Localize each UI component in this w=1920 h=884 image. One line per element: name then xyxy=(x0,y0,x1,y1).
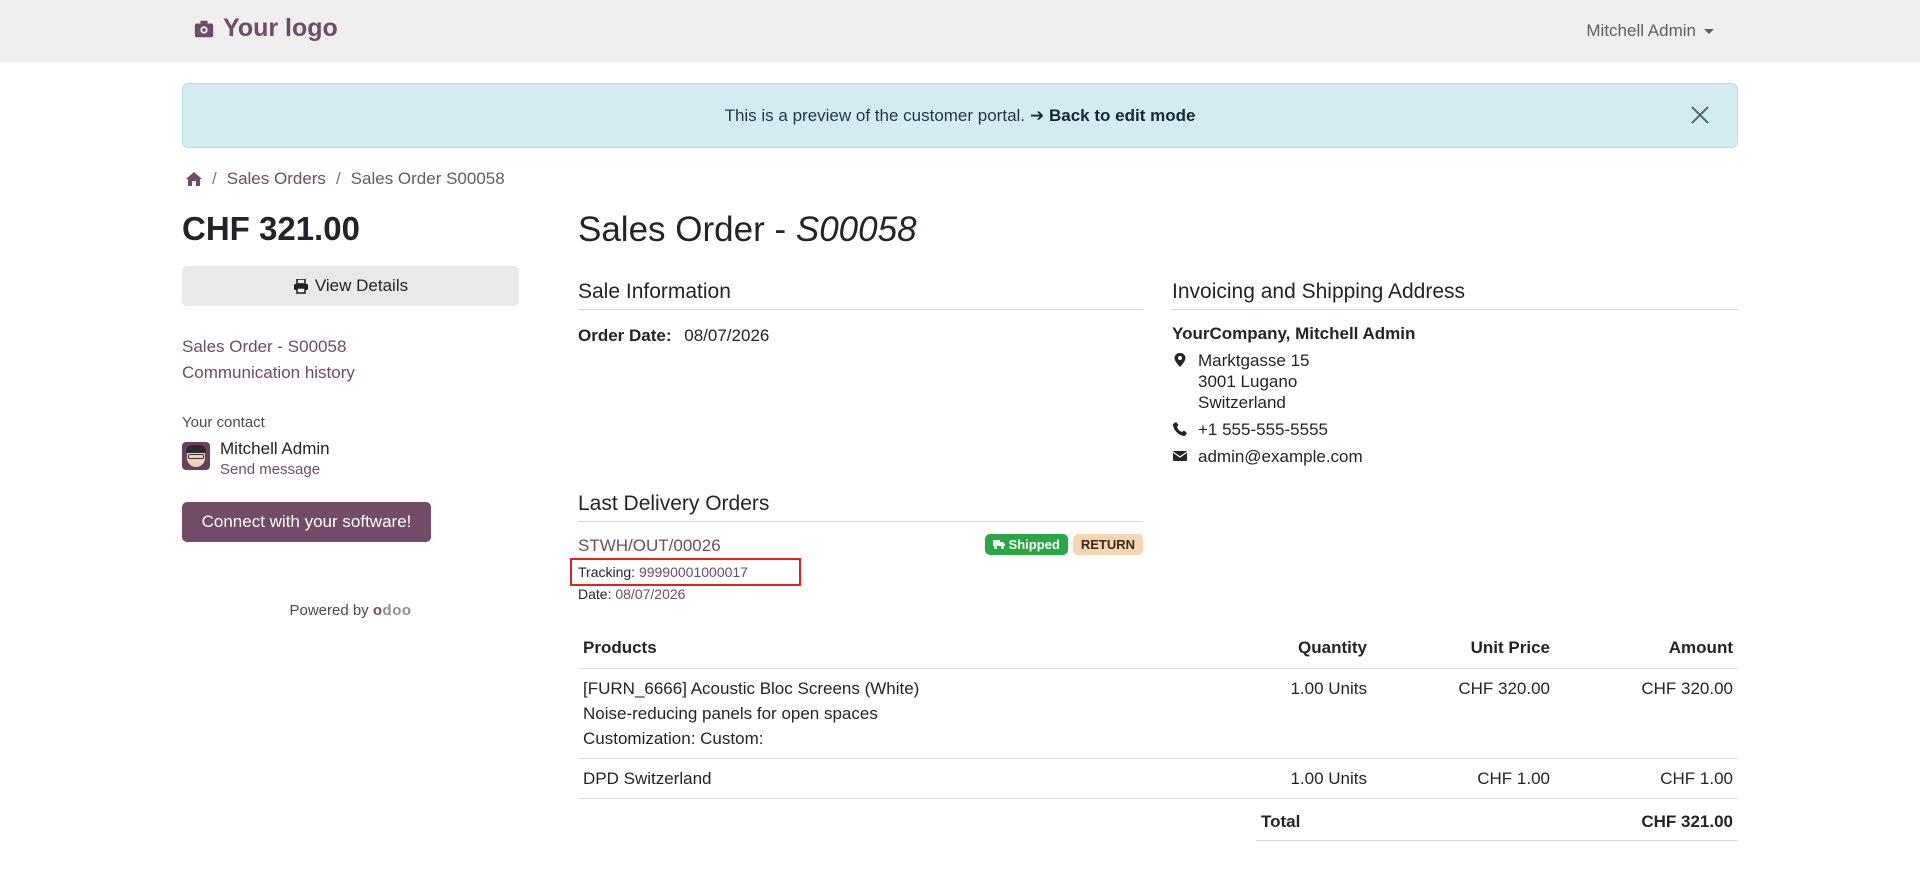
title-prefix: Sales Order - xyxy=(578,210,796,249)
camera-icon xyxy=(194,20,214,37)
user-name: Mitchell Admin xyxy=(1586,21,1696,40)
col-products: Products xyxy=(578,628,1212,669)
map-marker-icon xyxy=(1174,353,1186,367)
your-contact-label: Your contact xyxy=(182,414,265,431)
address-street-block: Marktgasse 15 3001 Lugano Switzerland xyxy=(1172,350,1738,413)
delivery-item: STWH/OUT/00026 Shipped RETURN Tracking: … xyxy=(570,534,1143,602)
address-title: Invoicing and Shipping Address xyxy=(1172,280,1738,310)
shipped-badge-label: Shipped xyxy=(1008,537,1060,552)
address-email: admin@example.com xyxy=(1198,447,1363,466)
breadcrumb-current: Sales Order S00058 xyxy=(350,169,505,188)
page-title: Sales Order - S00058 xyxy=(578,210,1738,250)
preview-alert: This is a preview of the customer portal… xyxy=(182,83,1738,148)
home-icon[interactable] xyxy=(186,172,202,186)
alert-text: This is a preview of the customer portal… xyxy=(724,105,1026,125)
connect-software-button[interactable]: Connect with your software! xyxy=(182,502,431,542)
sale-info-title: Sale Information xyxy=(578,280,1143,310)
sidebar: CHF 321.00 View Details Sales Order - S0… xyxy=(182,210,519,619)
total-value: CHF 321.00 xyxy=(1641,812,1733,831)
main-content: Sales Order - S00058 Sale Information Or… xyxy=(570,210,1738,841)
title-ref: S00058 xyxy=(795,210,917,249)
product-cell: [FURN_6666] Acoustic Bloc Screens (White… xyxy=(578,668,1212,759)
breadcrumb-separator: / xyxy=(335,169,341,188)
truck-icon xyxy=(992,540,1005,549)
delivery-date-label: Date: xyxy=(578,586,612,602)
product-price: CHF 320.00 xyxy=(1372,668,1555,759)
envelope-icon xyxy=(1173,451,1187,461)
table-row: [FURN_6666] Acoustic Bloc Screens (White… xyxy=(578,668,1738,759)
tracking-highlight: Tracking: 99990001000017 xyxy=(570,558,801,586)
address-street: Marktgasse 15 xyxy=(1198,351,1310,370)
caret-down-icon xyxy=(1704,28,1714,34)
address-company: YourCompany, Mitchell Admin xyxy=(1172,324,1416,343)
product-custom: Customization: Custom: xyxy=(583,729,764,748)
communication-history-link[interactable]: Communication history xyxy=(182,360,519,386)
delivery-title: Last Delivery Orders xyxy=(578,492,1143,522)
close-icon[interactable] xyxy=(1689,104,1711,126)
tracking-value[interactable]: 99990001000017 xyxy=(639,564,748,580)
delivery-section: Last Delivery Orders STWH/OUT/00026 Ship… xyxy=(570,492,1143,602)
odoo-logo[interactable]: odoo xyxy=(373,602,412,619)
address-section: Invoicing and Shipping Address YourCompa… xyxy=(1172,280,1738,467)
back-to-edit-link[interactable]: ➔ Back to edit mode xyxy=(1030,106,1195,126)
shipped-badge: Shipped xyxy=(984,534,1068,555)
sales-order-link[interactable]: Sales Order - S00058 xyxy=(182,334,519,360)
col-unit-price: Unit Price xyxy=(1372,628,1555,669)
total-row: Total CHF 321.00 xyxy=(1256,804,1738,841)
order-date: Order Date: 08/07/2026 xyxy=(578,326,1143,346)
view-details-button[interactable]: View Details xyxy=(182,266,519,306)
product-amount: CHF 1.00 xyxy=(1555,758,1738,799)
powered-by-text: Powered by xyxy=(289,602,369,619)
side-links: Sales Order - S00058 Communication histo… xyxy=(182,334,519,386)
order-date-value: 08/07/2026 xyxy=(684,326,770,345)
site-logo[interactable]: Your logo xyxy=(193,14,338,43)
product-qty: 1.00 Units xyxy=(1212,668,1372,759)
top-navbar: Your logo Mitchell Admin xyxy=(0,0,1920,62)
delivery-date-value: 08/07/2026 xyxy=(615,586,686,602)
delivery-badges: Shipped RETURN xyxy=(984,534,1143,555)
product-name: [FURN_6666] Acoustic Bloc Screens (White… xyxy=(583,679,920,698)
return-badge: RETURN xyxy=(1072,534,1143,555)
col-amount: Amount xyxy=(1555,628,1738,669)
send-message-link[interactable]: Send message xyxy=(220,461,330,478)
breadcrumb-separator: / xyxy=(212,169,217,188)
breadcrumb: / Sales Orders / Sales Order S00058 xyxy=(186,169,505,189)
address-email-row: admin@example.com xyxy=(1172,446,1738,467)
breadcrumb-sales-orders[interactable]: Sales Orders xyxy=(227,169,326,189)
avatar xyxy=(182,442,210,470)
tracking-label: Tracking: xyxy=(578,564,636,580)
address-country: Switzerland xyxy=(1198,393,1286,412)
address-phone: +1 555-555-5555 xyxy=(1198,420,1328,439)
delivery-date: Date: 08/07/2026 xyxy=(578,586,685,602)
address-phone-row: +1 555-555-5555 xyxy=(1172,419,1738,440)
col-quantity: Quantity xyxy=(1212,628,1372,669)
address-city: 3001 Lugano xyxy=(1198,372,1298,391)
product-name: DPD Switzerland xyxy=(578,758,1212,799)
print-icon xyxy=(293,278,308,294)
delivery-ref-link[interactable]: STWH/OUT/00026 xyxy=(578,536,721,555)
products-table: Products Quantity Unit Price Amount [FUR… xyxy=(578,628,1738,799)
order-date-label: Order Date: xyxy=(578,326,672,345)
user-menu-dropdown[interactable]: Mitchell Admin xyxy=(1586,21,1714,41)
product-amount: CHF 320.00 xyxy=(1555,668,1738,759)
total-label: Total xyxy=(1261,812,1301,831)
logo-text: Your logo xyxy=(223,14,338,42)
product-price: CHF 1.00 xyxy=(1372,758,1555,799)
sale-information-section: Sale Information Order Date: 08/07/2026 xyxy=(578,280,1143,346)
contact-card: Mitchell Admin Send message xyxy=(182,439,519,478)
phone-icon xyxy=(1173,422,1187,436)
contact-name: Mitchell Admin xyxy=(220,439,330,458)
product-qty: 1.00 Units xyxy=(1212,758,1372,799)
powered-by: Powered by odoo xyxy=(182,602,519,619)
order-amount: CHF 321.00 xyxy=(182,210,360,247)
product-desc: Noise-reducing panels for open spaces xyxy=(583,704,878,723)
view-details-label: View Details xyxy=(314,276,409,295)
table-row: DPD Switzerland 1.00 Units CHF 1.00 CHF … xyxy=(578,758,1738,799)
table-header-row: Products Quantity Unit Price Amount xyxy=(578,628,1738,669)
